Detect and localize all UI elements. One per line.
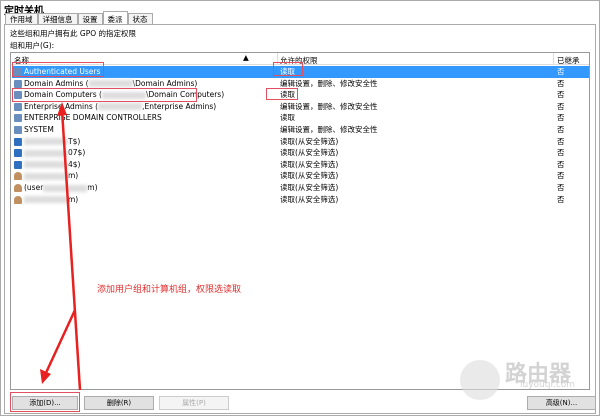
- annotation-arrows: [40, 102, 82, 391]
- arrow-up-icon: [60, 109, 82, 391]
- arrow-down-icon: [43, 309, 77, 376]
